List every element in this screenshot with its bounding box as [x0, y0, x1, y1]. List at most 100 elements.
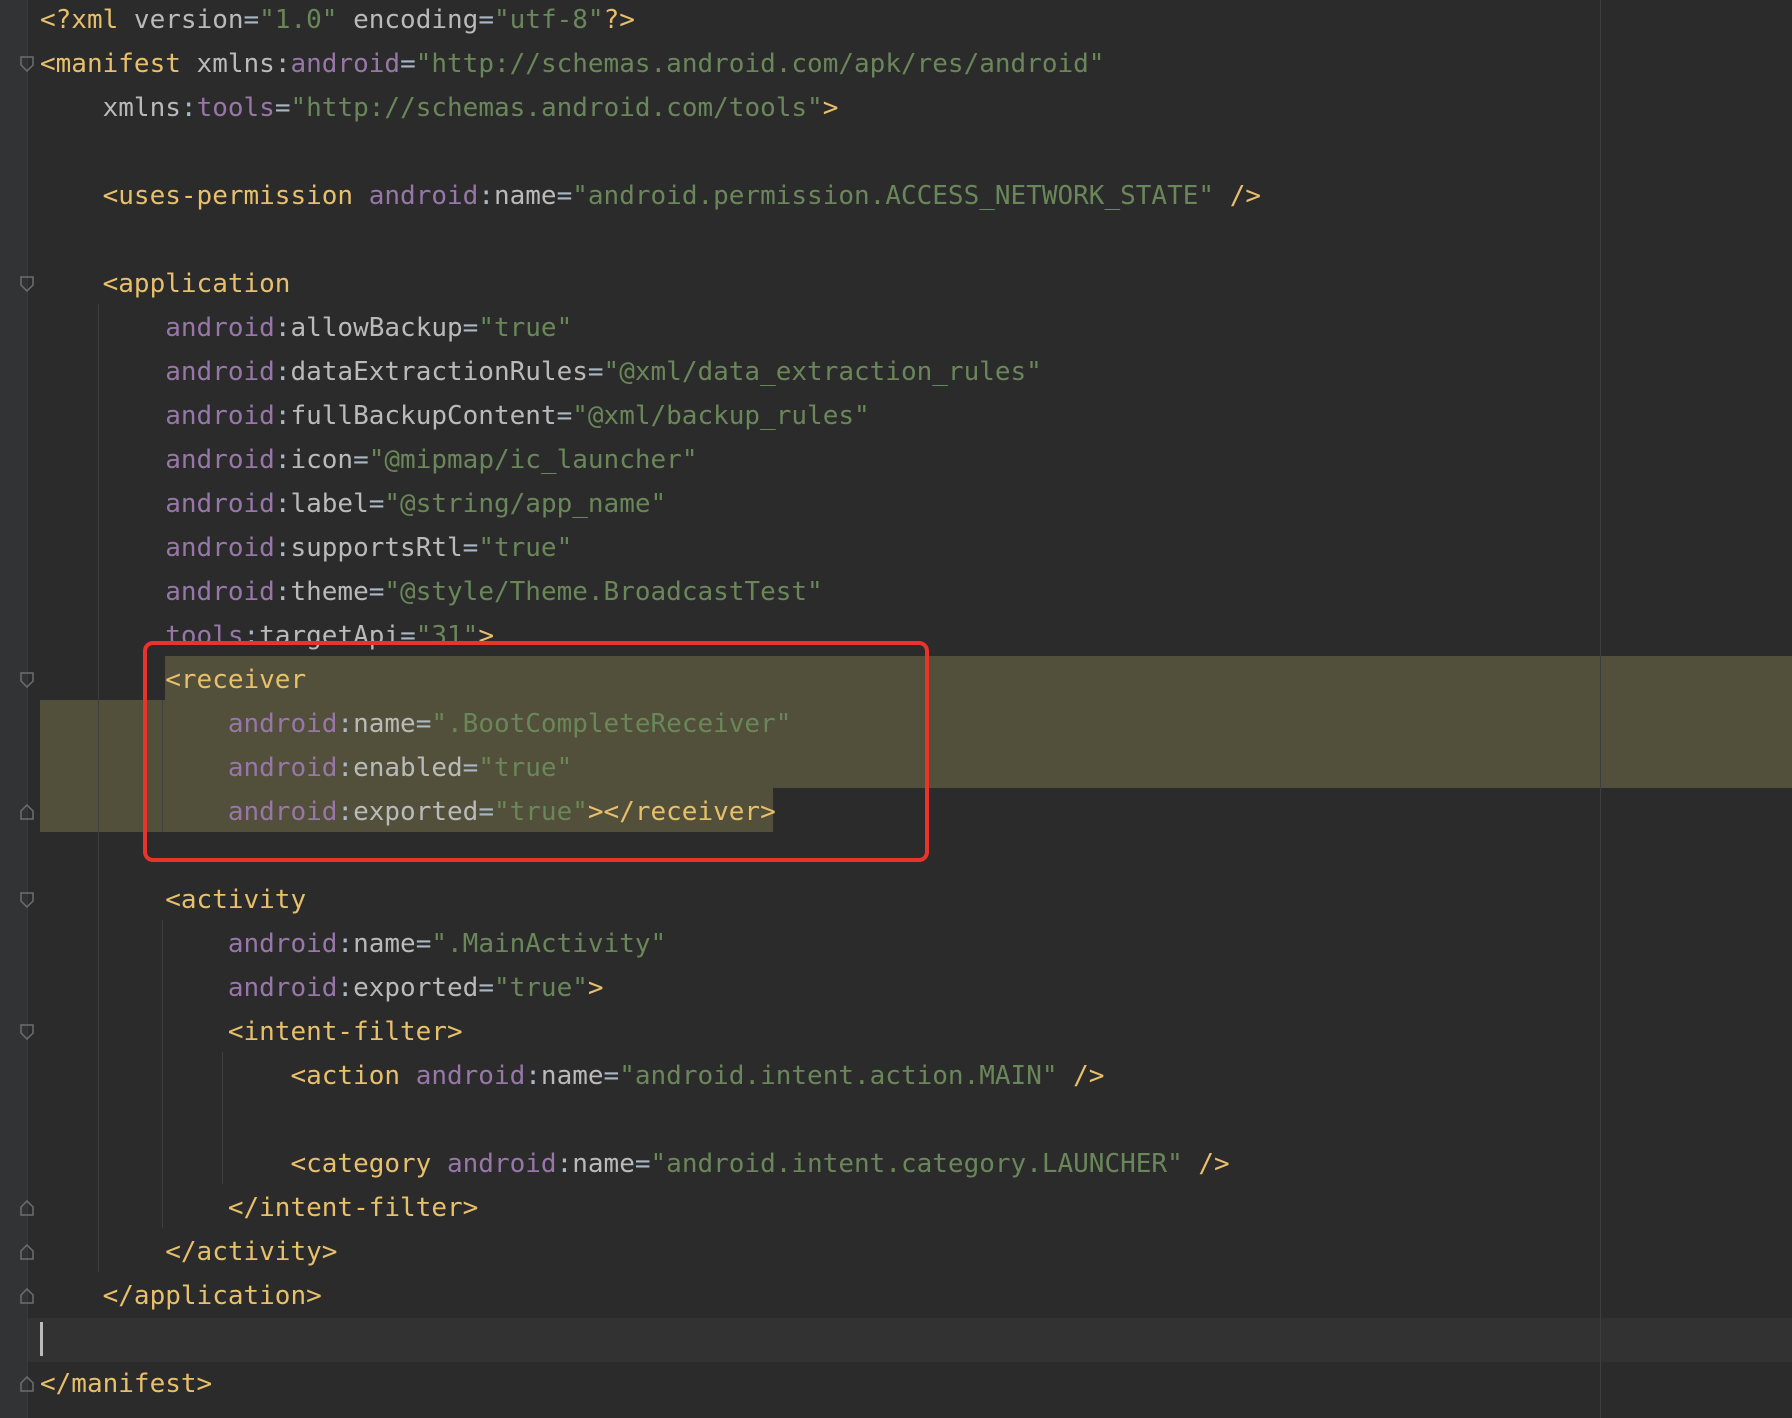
code-token: "1.0" — [259, 5, 338, 35]
fold-expand-end-icon[interactable] — [20, 1376, 34, 1392]
code-token: </manifest> — [40, 1369, 213, 1399]
code-line[interactable]: android:theme="@style/Theme.BroadcastTes… — [40, 570, 823, 614]
code-line[interactable]: android:dataExtractionRules="@xml/data_e… — [40, 350, 1042, 394]
code-token: <activity — [165, 885, 307, 915]
code-line[interactable]: <activity — [40, 878, 306, 922]
code-token: "http://schemas.android.com/apk/res/andr… — [415, 49, 1105, 79]
code-line[interactable]: <uses-permission android:name="android.p… — [40, 174, 1261, 218]
code-token: name — [493, 181, 557, 211]
code-token: name — [353, 929, 416, 959]
fold-collapse-icon[interactable] — [20, 1024, 34, 1040]
code-token: : — [274, 313, 291, 343]
code-token: ?> — [603, 5, 635, 35]
code-token: fullBackupContent — [290, 401, 557, 431]
code-line[interactable]: android:fullBackupContent="@xml/backup_r… — [40, 394, 870, 438]
code-line[interactable]: <manifest xmlns:android="http://schemas.… — [40, 42, 1104, 86]
code-line[interactable]: xmlns:tools="http://schemas.android.com/… — [40, 86, 839, 130]
code-token: = — [368, 489, 385, 519]
code-token: android — [165, 489, 275, 519]
code-token: </application> — [102, 1281, 322, 1311]
code-editor[interactable]: <?xml version="1.0" encoding="utf-8"?> <m… — [0, 0, 1792, 1418]
code-line[interactable]: <category android:name="android.intent.c… — [40, 1142, 1230, 1186]
code-line[interactable]: android:allowBackup="true" — [40, 306, 572, 350]
code-token: : — [274, 577, 291, 607]
fold-collapse-icon[interactable] — [20, 672, 34, 688]
code-token: android — [165, 401, 275, 431]
code-token: = — [587, 357, 604, 387]
code-line[interactable]: <action android:name="android.intent.act… — [40, 1054, 1104, 1098]
fold-expand-end-icon[interactable] — [20, 1200, 34, 1216]
code-token: supportsRtl — [290, 533, 463, 563]
code-line[interactable]: <application — [40, 262, 291, 306]
code-line[interactable]: android:name=".MainActivity" — [40, 922, 666, 966]
code-token: android — [165, 313, 275, 343]
code-token: = — [478, 5, 494, 35]
fold-collapse-icon[interactable] — [20, 276, 34, 292]
code-token: "@mipmap/ic_launcher" — [368, 445, 698, 475]
code-token: = — [400, 49, 416, 79]
code-line[interactable]: <?xml version="1.0" encoding="utf-8"?> — [40, 0, 635, 42]
code-token: : — [274, 533, 291, 563]
code-token: > — [587, 973, 604, 1003]
code-token: "@style/Theme.BroadcastTest" — [384, 577, 823, 607]
code-line[interactable]: android:icon="@mipmap/ic_launcher" — [40, 438, 697, 482]
code-token: "@xml/data_extraction_rules" — [603, 357, 1042, 387]
code-token: icon — [290, 445, 354, 475]
code-token: <action — [290, 1061, 416, 1091]
code-token: android — [165, 577, 275, 607]
code-token: : — [274, 489, 291, 519]
code-token: ".MainActivity" — [431, 929, 667, 959]
code-line[interactable]: </application> — [40, 1274, 322, 1318]
code-line[interactable]: android:exported="true"> — [40, 966, 604, 1010]
code-token: name — [572, 1149, 635, 1179]
code-token: </activity> — [165, 1237, 338, 1267]
code-token: android — [165, 357, 275, 387]
code-line[interactable]: </activity> — [40, 1230, 337, 1274]
code-token: = — [415, 929, 432, 959]
code-token: tools — [196, 93, 275, 123]
code-line[interactable]: </manifest> — [40, 1362, 212, 1406]
code-token: /> — [1073, 1061, 1105, 1091]
fold-collapse-icon[interactable] — [20, 56, 34, 72]
code-token: "android.intent.action.MAIN" — [619, 1061, 1058, 1091]
code-token: : — [337, 973, 354, 1003]
code-line[interactable]: android:supportsRtl="true" — [40, 526, 572, 570]
code-token: = — [556, 401, 573, 431]
code-line[interactable]: android:label="@string/app_name" — [40, 482, 666, 526]
code-token: = — [368, 577, 385, 607]
code-token: xmlns — [102, 93, 181, 123]
code-token: /> — [1229, 181, 1262, 211]
code-token: "true" — [478, 313, 573, 343]
code-token: "@xml/backup_rules" — [572, 401, 870, 431]
code-token: = — [243, 5, 260, 35]
fold-collapse-icon[interactable] — [20, 892, 34, 908]
code-line[interactable]: </intent-filter> — [40, 1186, 478, 1230]
code-token: exported — [353, 973, 479, 1003]
code-token: android — [227, 973, 338, 1003]
code-token: "android.intent.category.LAUNCHER" — [650, 1149, 1183, 1179]
code-token: : — [180, 93, 197, 123]
code-token: "true" — [493, 973, 588, 1003]
code-token: : — [274, 49, 291, 79]
code-token: name — [540, 1061, 604, 1091]
fold-expand-end-icon[interactable] — [20, 1288, 34, 1304]
code-token: = — [462, 533, 479, 563]
code-token: "true" — [478, 533, 573, 563]
code-line[interactable]: <intent-filter> — [40, 1010, 463, 1054]
code-token: : — [274, 401, 291, 431]
fold-expand-end-icon[interactable] — [20, 1244, 34, 1260]
code-token: /> — [1198, 1149, 1230, 1179]
fold-expand-end-icon[interactable] — [20, 804, 34, 820]
code-token: <?xml — [40, 5, 134, 35]
